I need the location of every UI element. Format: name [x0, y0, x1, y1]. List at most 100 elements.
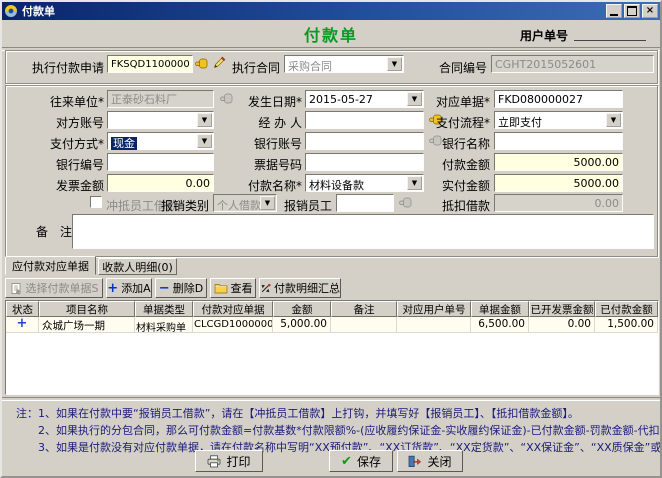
payment-amount-input[interactable]: [494, 153, 623, 171]
bank-account-input[interactable]: [305, 132, 424, 150]
counterparty-account-select[interactable]: ▼: [107, 111, 214, 129]
handler-label: 经 办 人: [240, 114, 302, 131]
payment-flow-select[interactable]: 立即支付 ▼: [494, 111, 623, 129]
exec-payment-input[interactable]: [107, 55, 193, 73]
table-row[interactable]: + 众城广场一期 材料采购单 CLCGD100000030 5,000.00 6…: [6, 317, 658, 333]
payment-method-label: 支付方式*: [10, 135, 104, 152]
chevron-down-icon: ▼: [392, 61, 397, 68]
tab-label: 收款人明细(0): [102, 259, 173, 275]
exec-payment-label: 执行付款申请: [10, 59, 104, 76]
bank-no-label: 银行编号: [10, 156, 104, 173]
remark-textarea[interactable]: [72, 214, 654, 249]
cell-user-doc-no: [397, 317, 471, 333]
chevron-down-icon: ▼: [412, 96, 417, 103]
edit-pen-icon[interactable]: [213, 56, 226, 69]
col-doc-no[interactable]: 付款对应单据: [193, 301, 273, 317]
tab-payable-docs[interactable]: 应付款对应单据: [5, 256, 96, 275]
remark-label: 备 注: [36, 223, 70, 240]
cell-invoiced-amount: 0.00: [529, 317, 595, 333]
col-project[interactable]: 项目名称: [39, 301, 135, 317]
button-label: 保存: [357, 453, 381, 470]
reimburse-type-value: 个人借款: [217, 197, 261, 213]
dropdown-button[interactable]: ▼: [606, 113, 621, 127]
deduct-loan-input[interactable]: [494, 194, 623, 212]
col-remark[interactable]: 备注: [331, 301, 397, 317]
minimize-icon: [610, 14, 618, 16]
payable-docs-table: 状态 项目名称 单据类型 付款对应单据 金额 备注 对应用户单号 单据金额 已开…: [5, 300, 659, 395]
maximize-button[interactable]: [624, 4, 640, 18]
note-line-1: 注：1、如果在付款中要“报销员工借款”，请在【冲抵员工借款】上打钩，并填写好【报…: [16, 405, 579, 421]
occur-date-select[interactable]: 2015-05-27 ▼: [305, 90, 424, 108]
tab-payee-detail[interactable]: 收款人明细(0): [98, 258, 177, 275]
dropdown-button[interactable]: ▼: [197, 113, 212, 127]
payment-amount-label: 付款金额: [428, 156, 490, 173]
close-button[interactable]: ×: [642, 4, 658, 18]
invoice-amount-input[interactable]: [107, 174, 214, 192]
reimburse-employee-input[interactable]: [336, 194, 394, 212]
col-doc-amount[interactable]: 单据金额: [471, 301, 529, 317]
plus-icon: +: [107, 282, 118, 295]
dropdown-button[interactable]: ▼: [260, 196, 275, 210]
button-label: 关闭: [427, 453, 451, 470]
minimize-button[interactable]: [606, 4, 622, 18]
window-title: 付款单: [22, 3, 604, 19]
dropdown-button[interactable]: ▼: [387, 57, 402, 71]
col-invoiced-amount[interactable]: 已开发票金额: [529, 301, 595, 317]
col-amount[interactable]: 金额: [273, 301, 331, 317]
actual-amount-label: 实付金额: [428, 177, 490, 194]
user-doc-no-blank-line: [574, 40, 646, 41]
delete-button[interactable]: − 删除D: [155, 278, 207, 298]
summary-icon: [260, 282, 271, 295]
offset-employee-loan-checkbox[interactable]: [90, 196, 102, 208]
close-form-button[interactable]: 关闭: [397, 450, 463, 472]
dropdown-button[interactable]: ▼: [197, 134, 212, 148]
exec-contract-select[interactable]: 采购合同 ▼: [284, 55, 404, 73]
reimburse-type-select[interactable]: 个人借款 ▼: [213, 194, 277, 212]
select-payment-doc-button[interactable]: 选择付款单据S: [5, 278, 103, 298]
col-doc-type[interactable]: 单据类型: [135, 301, 193, 317]
col-status[interactable]: 状态: [6, 301, 39, 317]
payment-method-select[interactable]: 现金 ▼: [107, 132, 214, 150]
handler-input[interactable]: [305, 111, 424, 129]
chevron-down-icon: ▼: [202, 117, 207, 124]
corresponding-doc-input[interactable]: [494, 90, 623, 108]
reimburse-employee-label: 报销员工: [284, 197, 332, 214]
pick-hand-icon[interactable]: [195, 57, 208, 70]
col-paid-amount[interactable]: 已付款金额: [595, 301, 658, 317]
bill-no-input[interactable]: [305, 153, 424, 171]
counterparty-account-label: 对方账号: [10, 114, 104, 131]
button-label: 删除D: [173, 280, 203, 296]
user-doc-no-label: 用户单号: [520, 27, 568, 44]
view-button[interactable]: 查看: [210, 278, 256, 298]
button-label: 添加A: [121, 280, 151, 296]
button-label: 付款明细汇总: [274, 280, 340, 296]
payment-method-value: 现金: [111, 137, 137, 150]
occur-date-value: 2015-05-27: [309, 93, 373, 106]
actual-amount-input[interactable]: [494, 174, 623, 192]
payment-name-value: 材料设备款: [309, 177, 364, 193]
cell-project: 众城广场一期: [39, 317, 135, 333]
bank-no-input[interactable]: [107, 153, 214, 171]
corresponding-doc-label: 对应单据*: [428, 93, 490, 110]
exec-contract-value: 采购合同: [288, 58, 332, 74]
col-user-doc-no[interactable]: 对应用户单号: [397, 301, 471, 317]
bank-account-label: 银行账号: [240, 135, 302, 152]
bank-name-input[interactable]: [494, 132, 623, 150]
button-label: 查看: [231, 280, 253, 296]
payment-name-select[interactable]: 材料设备款 ▼: [305, 174, 424, 192]
deduct-loan-label: 抵扣借款: [428, 197, 490, 214]
print-button[interactable]: 打印: [195, 450, 263, 472]
occur-date-label: 发生日期*: [240, 93, 302, 110]
app-logo-icon: [4, 4, 18, 18]
maximize-icon: [627, 6, 637, 16]
separator: [2, 397, 660, 401]
dropdown-button[interactable]: ▼: [407, 92, 422, 106]
contract-no-input[interactable]: [491, 55, 654, 73]
add-button[interactable]: + 添加A: [106, 278, 152, 298]
counterparty-input[interactable]: [107, 90, 214, 108]
save-button[interactable]: ✔ 保存: [329, 450, 393, 472]
chevron-down-icon: ▼: [202, 138, 207, 145]
dropdown-button[interactable]: ▼: [407, 176, 422, 190]
payment-detail-summary-button[interactable]: 付款明细汇总: [259, 278, 341, 298]
chevron-down-icon: ▼: [611, 117, 616, 124]
